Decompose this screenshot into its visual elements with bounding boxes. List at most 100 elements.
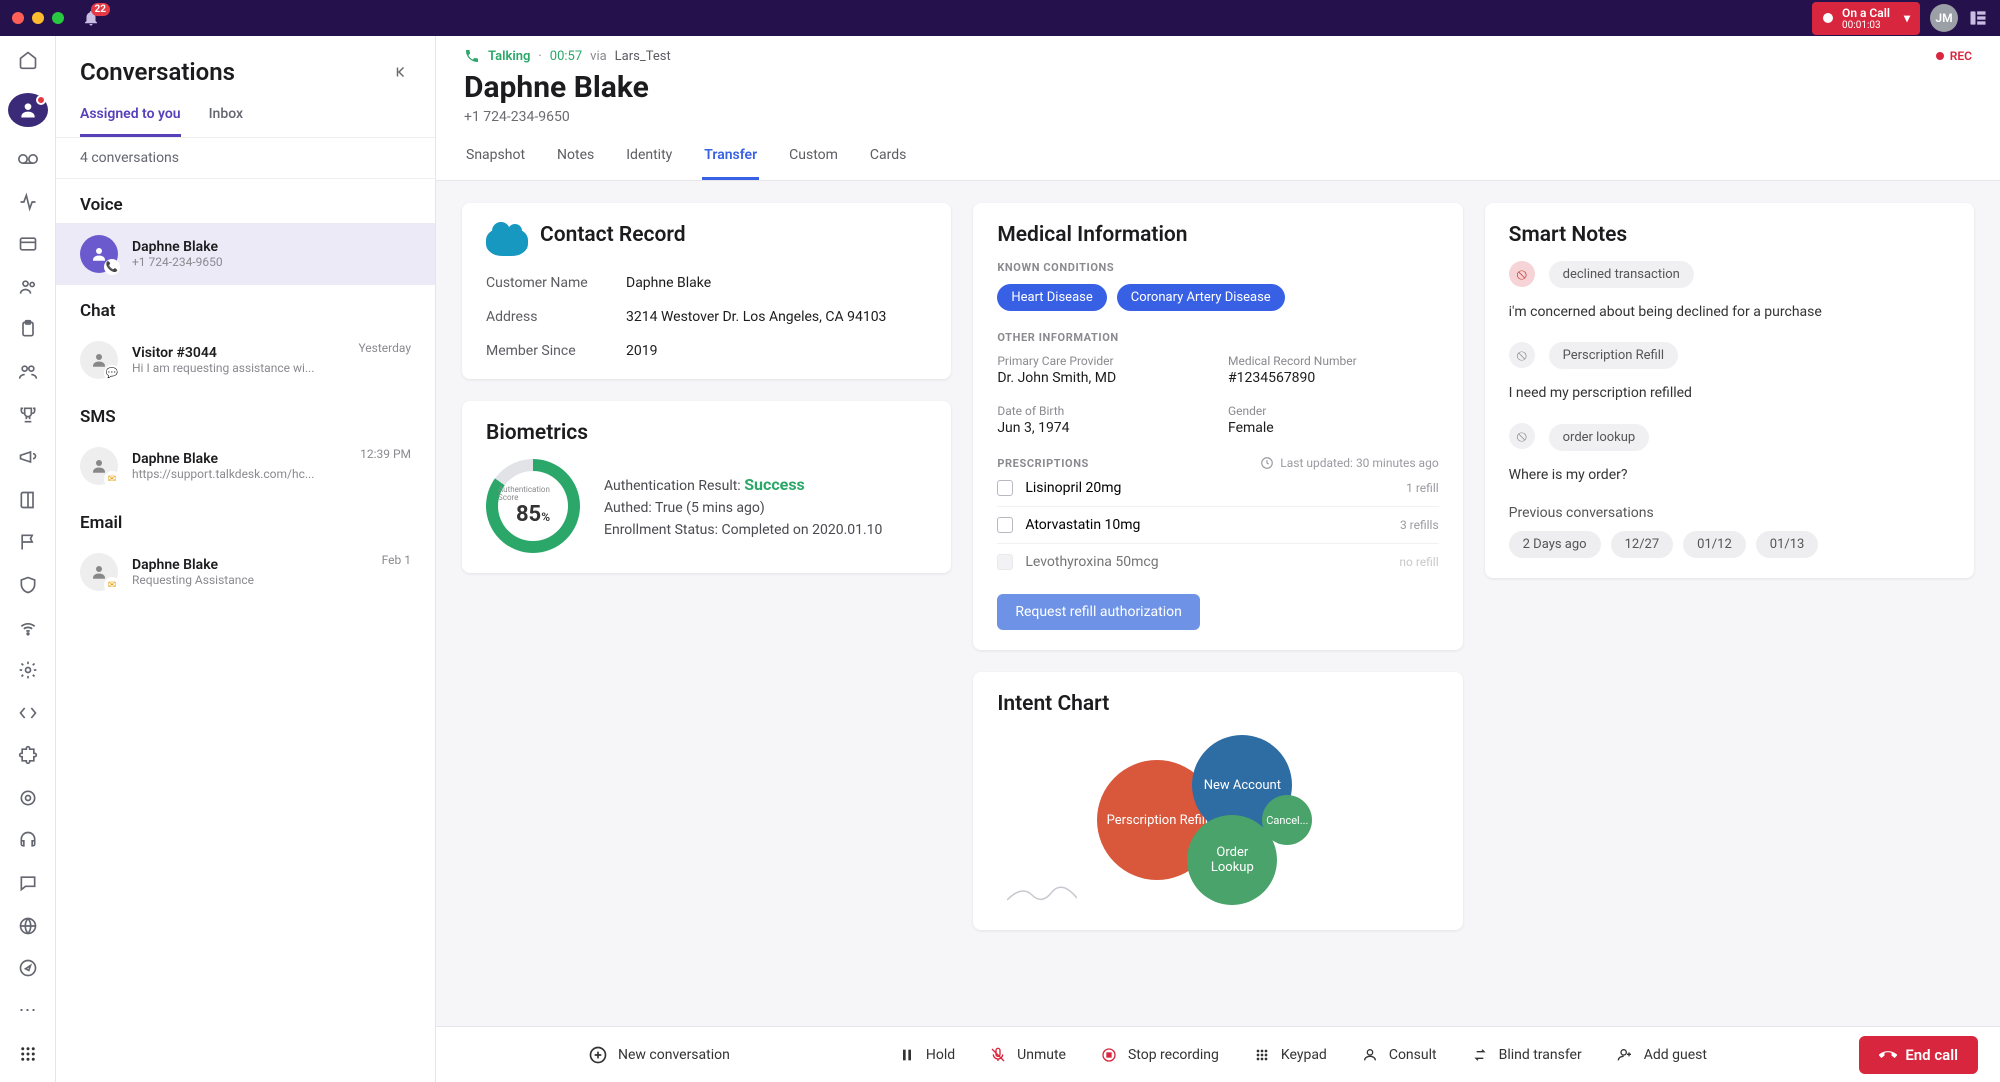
call-status: Talking	[488, 49, 530, 64]
voice-conversation-item[interactable]: 📞 Daphne Blake +1 724-234-9650	[56, 223, 435, 285]
tab-identity[interactable]: Identity	[624, 137, 674, 180]
unmute-button[interactable]: Unmute	[989, 1046, 1066, 1064]
voicemail-icon[interactable]	[16, 149, 40, 170]
checkbox	[997, 554, 1013, 570]
tab-notes[interactable]: Notes	[555, 137, 596, 180]
minimize-window-icon[interactable]	[32, 12, 44, 24]
close-window-icon[interactable]	[12, 12, 24, 24]
conversations-nav-icon[interactable]	[8, 93, 48, 127]
headset-icon[interactable]	[16, 830, 40, 851]
sms-badge-icon: ✉	[104, 471, 120, 487]
card-title: Smart Notes	[1509, 223, 1950, 247]
notifications-icon[interactable]: 22	[82, 9, 100, 27]
new-conversation-button[interactable]: New conversation	[588, 1045, 730, 1065]
email-conversation-item[interactable]: ✉ Daphne Blake Requesting Assistance Feb…	[56, 541, 435, 603]
condition-chip[interactable]: Coronary Artery Disease	[1117, 284, 1285, 311]
tab-inbox[interactable]: Inbox	[209, 96, 243, 137]
auth-result-value: Success	[744, 475, 805, 494]
date-chip[interactable]: 12/27	[1611, 531, 1674, 558]
panel-toggle-icon[interactable]	[1968, 8, 1988, 28]
contact-phone: +1 724-234-9650	[464, 109, 1972, 125]
tab-transfer[interactable]: Transfer	[702, 137, 759, 180]
keypad-button[interactable]: Keypad	[1253, 1046, 1327, 1064]
tab-custom[interactable]: Custom	[787, 137, 840, 180]
settings-icon[interactable]	[16, 788, 40, 809]
contacts-icon[interactable]	[16, 277, 40, 298]
stop-recording-button[interactable]: Stop recording	[1100, 1046, 1219, 1064]
consult-button[interactable]: Consult	[1361, 1046, 1437, 1064]
globe-icon[interactable]	[16, 915, 40, 936]
collapse-panel-icon[interactable]	[393, 63, 411, 81]
end-call-button[interactable]: End call	[1859, 1036, 1978, 1074]
via-label: via	[590, 49, 607, 64]
trophy-icon[interactable]	[16, 404, 40, 425]
avatar-icon: ✉	[80, 553, 118, 591]
intent-tag[interactable]: Perscription Refill	[1549, 342, 1678, 369]
rec-dot-icon	[1936, 52, 1944, 60]
note-text: Where is my order?	[1509, 467, 1950, 483]
user-avatar[interactable]: JM	[1930, 4, 1958, 32]
call-status-pill[interactable]: On a Call 00:01:03 ▾	[1812, 2, 1920, 35]
section-voice: Voice	[56, 179, 435, 223]
more-icon[interactable]: ⋯	[16, 1000, 40, 1021]
conversations-title: Conversations	[80, 58, 235, 86]
clipboard-icon[interactable]	[16, 319, 40, 340]
sparkline-icon	[1007, 880, 1077, 905]
intent-bubble[interactable]: Cancel...	[1262, 795, 1312, 845]
biometrics-card: Biometrics Authentication Score 85% Auth…	[462, 401, 951, 573]
auth-score-gauge: Authentication Score 85%	[486, 459, 580, 553]
via-value: Lars_Test	[615, 49, 671, 64]
apps-grid-icon[interactable]	[16, 1043, 40, 1064]
maximize-window-icon[interactable]	[52, 12, 64, 24]
field-value: 2019	[626, 343, 927, 359]
intent-tag[interactable]: declined transaction	[1549, 261, 1694, 288]
prescription-row[interactable]: Lisinopril 20mg 1 refill	[997, 470, 1438, 507]
avatar-icon: 📞	[80, 235, 118, 273]
blind-transfer-button[interactable]: Blind transfer	[1471, 1046, 1582, 1064]
inbox-icon[interactable]	[16, 234, 40, 255]
team-icon[interactable]	[16, 362, 40, 383]
checkbox[interactable]	[997, 517, 1013, 533]
add-guest-button[interactable]: Add guest	[1616, 1046, 1707, 1064]
flag-icon[interactable]	[16, 532, 40, 553]
prescription-row[interactable]: Levothyroxina 50mcg no refill	[997, 544, 1438, 580]
avatar-icon: ✉	[80, 447, 118, 485]
conversation-name: Daphne Blake	[132, 557, 368, 573]
date-chip[interactable]: 01/13	[1756, 531, 1819, 558]
window-controls[interactable]	[12, 12, 64, 24]
clock-icon	[1260, 456, 1274, 470]
section-sms: SMS	[56, 391, 435, 435]
tab-assigned-to-you[interactable]: Assigned to you	[80, 96, 181, 137]
sms-conversation-item[interactable]: ✉ Daphne Blake https://support.talkdesk.…	[56, 435, 435, 497]
hold-button[interactable]: Hold	[898, 1046, 955, 1064]
compass-icon[interactable]	[16, 958, 40, 979]
gear-icon[interactable]	[16, 660, 40, 681]
chat-conversation-item[interactable]: 💬 Visitor #3044 Hi I am requesting assis…	[56, 329, 435, 391]
wifi-icon[interactable]	[16, 617, 40, 638]
request-refill-button[interactable]: Request refill authorization	[997, 594, 1200, 630]
puzzle-icon[interactable]	[16, 745, 40, 766]
section-heading: KNOWN CONDITIONS	[997, 261, 1438, 274]
checkbox[interactable]	[997, 480, 1013, 496]
smart-notes-card: Smart Notes ⦸ declined transaction i'm c…	[1485, 203, 1974, 578]
avatar-icon: 💬	[80, 341, 118, 379]
megaphone-icon[interactable]	[16, 447, 40, 468]
activity-icon[interactable]	[16, 191, 40, 212]
condition-chip[interactable]: Heart Disease	[997, 284, 1106, 311]
conversation-phone: +1 724-234-9650	[132, 255, 411, 269]
code-icon[interactable]	[16, 702, 40, 723]
date-chip[interactable]: 2 Days ago	[1509, 531, 1601, 558]
home-icon[interactable]	[16, 50, 40, 71]
tab-cards[interactable]: Cards	[868, 137, 908, 180]
shield-icon[interactable]	[16, 575, 40, 596]
conversation-preview: Hi I am requesting assistance wi...	[132, 361, 344, 375]
prescription-row[interactable]: Atorvastatin 10mg 3 refills	[997, 507, 1438, 544]
intent-tag[interactable]: order lookup	[1549, 424, 1650, 451]
chat-icon[interactable]	[16, 873, 40, 894]
tab-snapshot[interactable]: Snapshot	[464, 137, 527, 180]
conversation-preview: Requesting Assistance	[132, 573, 368, 587]
book-icon[interactable]	[16, 490, 40, 511]
auth-result-label: Authentication Result:	[604, 478, 741, 494]
date-chip[interactable]: 01/12	[1683, 531, 1746, 558]
call-controls-footer: New conversation Hold Unmute Stop record…	[436, 1026, 2000, 1082]
